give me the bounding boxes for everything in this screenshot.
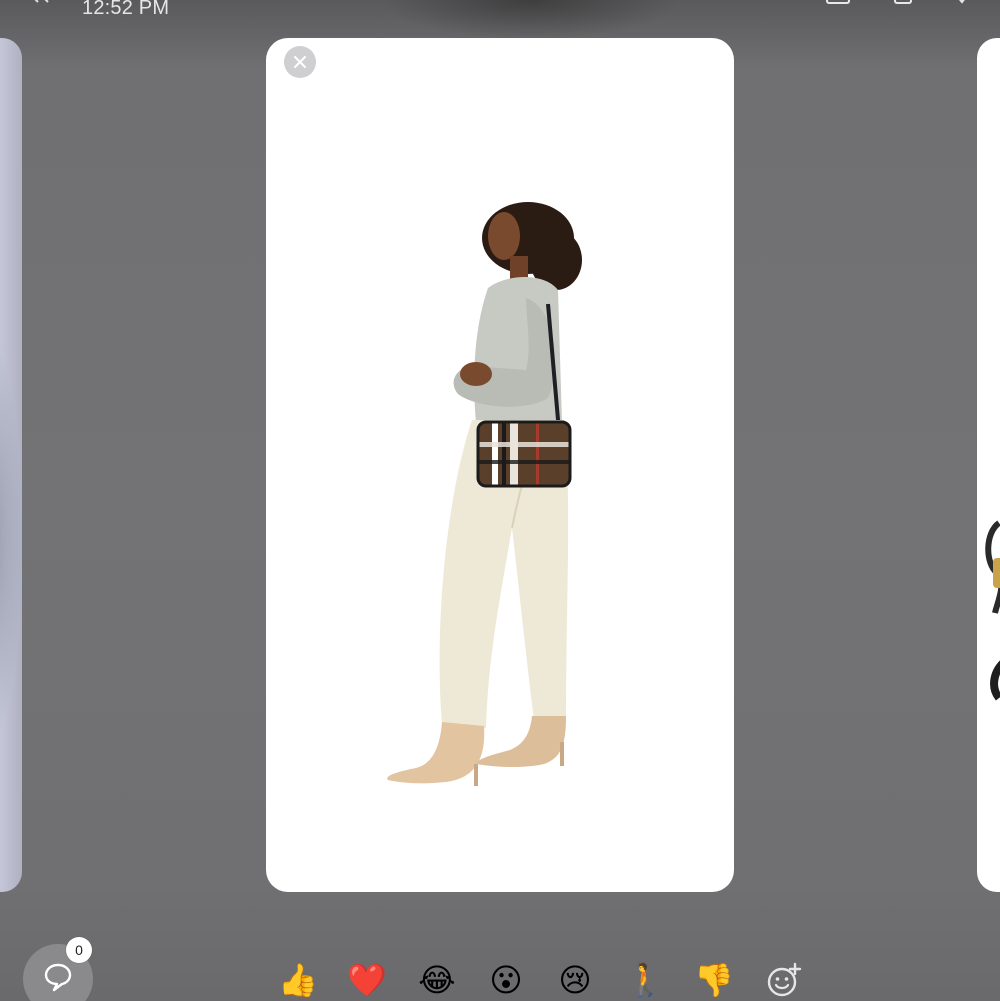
bag-chain-icon bbox=[985, 520, 1000, 701]
battery-icon bbox=[894, 0, 912, 4]
comment-count-badge: 0 bbox=[66, 937, 92, 963]
reaction-thumbs-up[interactable]: 👍 bbox=[278, 958, 318, 1001]
previous-story-card[interactable] bbox=[0, 38, 22, 892]
reaction-laughing[interactable]: 😂 bbox=[417, 958, 457, 1001]
reaction-person-pose[interactable]: 🚶 bbox=[625, 958, 665, 1001]
top-shadow bbox=[380, 0, 680, 40]
add-emoji-icon bbox=[767, 962, 802, 997]
reaction-thumbs-down[interactable]: 👎 bbox=[694, 958, 734, 1001]
back-arrows-icon bbox=[34, 0, 49, 3]
reaction-crying[interactable]: 😢 bbox=[555, 958, 595, 1001]
cast-icon bbox=[826, 0, 850, 4]
reaction-surprised[interactable]: 😮 bbox=[486, 958, 526, 1001]
add-reaction-button[interactable] bbox=[764, 958, 804, 1001]
next-story-card[interactable] bbox=[977, 38, 1000, 892]
product-photo[interactable] bbox=[376, 198, 596, 798]
story-viewer: 12:52 PM 0 👍 ❤️ 😂 😮 😢 🚶 👎 bbox=[0, 0, 1000, 1001]
story-card bbox=[266, 38, 734, 892]
close-icon bbox=[294, 56, 306, 68]
close-button[interactable] bbox=[284, 46, 316, 78]
signal-icon bbox=[959, 0, 965, 4]
status-time: 12:52 PM bbox=[82, 0, 170, 19]
reaction-bar: 👍 ❤️ 😂 😮 😢 🚶 👎 bbox=[278, 958, 818, 1001]
reaction-heart[interactable]: ❤️ bbox=[347, 958, 387, 1001]
status-icons bbox=[826, 0, 970, 4]
comment-bubble-icon bbox=[44, 963, 72, 992]
